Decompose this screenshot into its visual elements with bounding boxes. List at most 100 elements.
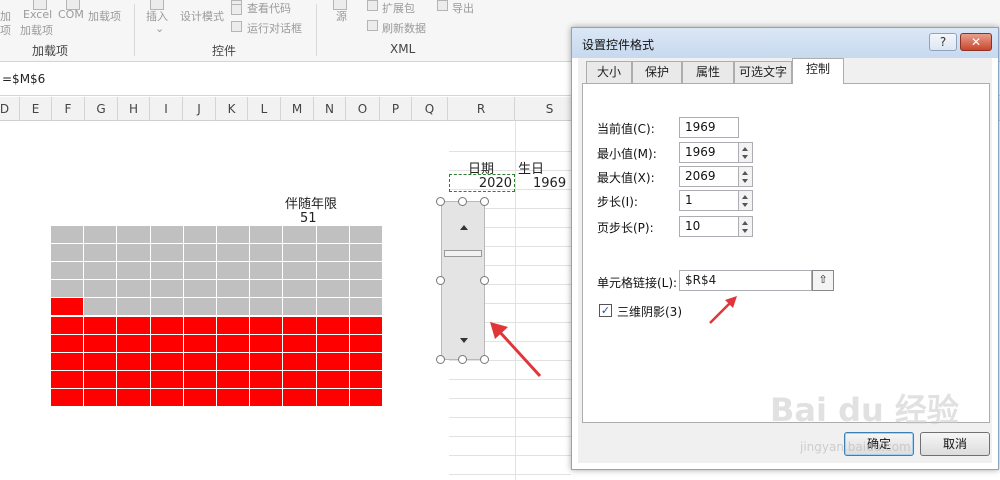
chart-title-value[interactable]: 51 (300, 211, 317, 226)
cell-link-label: 单元格链接(L): (597, 276, 678, 290)
dialog-title-bar[interactable]: 设置控件格式 ? ✕ (572, 28, 998, 58)
3d-shading-checkbox[interactable]: ✓ (599, 304, 612, 317)
spin-up-icon[interactable] (742, 195, 748, 199)
collapse-dialog-icon[interactable]: ⇧ (812, 270, 834, 291)
tab-alt-text[interactable]: 可选文字 (734, 61, 792, 83)
grid-cell-empty (183, 244, 217, 263)
refresh-data-icon (367, 20, 378, 31)
spin-up-icon[interactable] (742, 221, 748, 225)
grid-cell-empty (51, 226, 85, 245)
resize-handle-icon[interactable] (436, 197, 445, 206)
spin-button[interactable] (739, 216, 753, 237)
column-header-n[interactable]: N (314, 97, 346, 121)
column-header-m[interactable]: M (281, 97, 314, 121)
selected-cell-r4[interactable]: 2020 (449, 174, 515, 192)
spin-up-icon[interactable] (742, 171, 748, 175)
spin-down-icon[interactable] (742, 229, 748, 233)
cell-link-input[interactable]: $R$4 (679, 270, 812, 291)
grid-cell-filled (183, 352, 217, 371)
ribbon-item-addin-suffix[interactable]: 项 (0, 22, 11, 38)
refresh-data-button[interactable]: 刷新数据 (382, 20, 426, 36)
spin-button[interactable] (739, 166, 753, 187)
tab-properties[interactable]: 属性 (682, 61, 734, 83)
birth-header-cell[interactable]: 生日 (518, 158, 544, 177)
dialog-title: 设置控件格式 (582, 38, 655, 52)
grid-cell-empty (117, 280, 151, 299)
grid-cell-empty (84, 244, 118, 263)
tab-size[interactable]: 大小 (586, 61, 632, 83)
resize-handle-icon[interactable] (436, 276, 445, 285)
column-header-j[interactable]: J (183, 97, 216, 121)
grid-cell-filled (349, 334, 383, 353)
ribbon-com-label[interactable]: COM (58, 8, 84, 21)
grid-cell-empty (217, 280, 251, 299)
scroll-down-arrow-icon[interactable] (460, 338, 468, 343)
source-button[interactable]: 源 (336, 8, 347, 24)
cancel-button[interactable]: 取消 (920, 432, 990, 456)
column-header-l[interactable]: L (248, 97, 281, 121)
scrollbar-form-control[interactable] (441, 201, 485, 360)
scroll-thumb[interactable] (444, 250, 482, 257)
grid-cell-filled (283, 334, 317, 353)
design-mode-button[interactable]: 设计模式 (180, 8, 224, 24)
view-code-button[interactable]: 查看代码 (247, 0, 291, 16)
grid-cell-empty (250, 244, 284, 263)
column-header-g[interactable]: G (85, 97, 118, 121)
spin-button[interactable] (739, 190, 753, 211)
resize-handle-icon[interactable] (480, 197, 489, 206)
run-dialog-button[interactable]: 运行对话框 (247, 20, 302, 36)
grid-cell-empty (283, 280, 317, 299)
export-button[interactable]: 导出 (452, 0, 474, 16)
grid-cell-empty (217, 262, 251, 281)
chart-title-label[interactable]: 伴随年限 (285, 193, 337, 212)
grid-cell-filled (183, 370, 217, 389)
waffle-chart (51, 226, 383, 407)
column-header-h[interactable]: H (118, 97, 150, 121)
sheet-gridline (449, 398, 571, 399)
close-icon[interactable]: ✕ (960, 33, 992, 51)
column-header-o[interactable]: O (346, 97, 380, 121)
tab-protection[interactable]: 保护 (632, 61, 682, 83)
column-header-i[interactable]: I (150, 97, 183, 121)
grid-cell-empty (150, 280, 184, 299)
column-header-p[interactable]: P (380, 97, 412, 121)
ribbon-excel-label[interactable]: Excel (23, 8, 52, 21)
field-input-2[interactable]: 2069 (679, 166, 739, 187)
tab-control[interactable]: 控制 (792, 58, 844, 84)
sheet-gridline (449, 417, 571, 418)
column-header-r[interactable]: R (448, 97, 515, 121)
grid-cell-filled (349, 370, 383, 389)
grid-cell-filled (250, 334, 284, 353)
spin-button[interactable] (739, 142, 753, 163)
spin-down-icon[interactable] (742, 203, 748, 207)
spin-down-icon[interactable] (742, 179, 748, 183)
spin-up-icon[interactable] (742, 147, 748, 151)
expansion-pack-button[interactable]: 扩展包 (382, 0, 415, 16)
grid-cell-empty (349, 226, 383, 245)
resize-handle-icon[interactable] (458, 355, 467, 364)
resize-handle-icon[interactable] (480, 276, 489, 285)
ribbon-excel-addin-label[interactable]: 加载项 (20, 22, 53, 38)
grid-cell-empty (117, 298, 151, 317)
spin-down-icon[interactable] (742, 155, 748, 159)
formula-text[interactable]: =$M$6 (2, 72, 45, 86)
field-input-4[interactable]: 10 (679, 216, 739, 237)
birth-value-cell[interactable]: 1969 (533, 176, 566, 191)
field-input-3[interactable]: 1 (679, 190, 739, 211)
help-button[interactable]: ? (929, 33, 957, 51)
column-header-d[interactable]: D (0, 97, 20, 121)
resize-handle-icon[interactable] (436, 355, 445, 364)
field-label-3: 步长(I): (597, 195, 638, 209)
grid-cell-empty (316, 244, 350, 263)
ribbon-com-addin-label[interactable]: 加载项 (88, 8, 121, 24)
field-input-0[interactable]: 1969 (679, 117, 739, 138)
grid-cell-filled (217, 334, 251, 353)
scroll-up-arrow-icon[interactable] (460, 225, 468, 230)
column-header-k[interactable]: K (216, 97, 248, 121)
chevron-down-icon[interactable]: ⌄ (155, 22, 164, 35)
column-header-e[interactable]: E (20, 97, 52, 121)
field-input-1[interactable]: 1969 (679, 142, 739, 163)
resize-handle-icon[interactable] (458, 197, 467, 206)
column-header-f[interactable]: F (52, 97, 85, 121)
column-header-q[interactable]: Q (412, 97, 448, 121)
